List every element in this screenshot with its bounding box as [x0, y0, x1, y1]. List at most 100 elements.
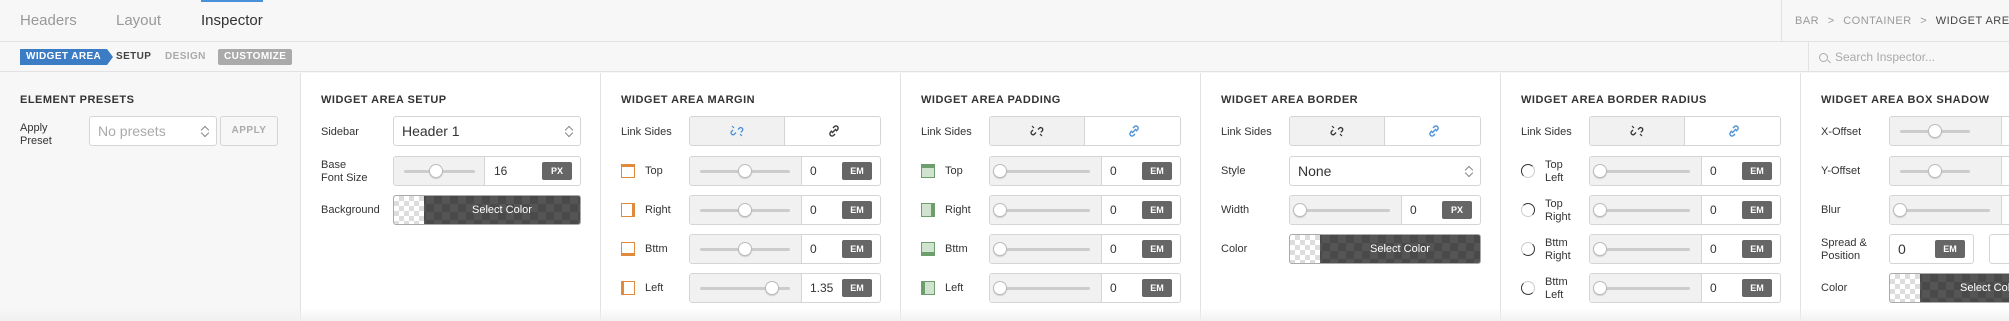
side-value[interactable]: 0 — [1710, 196, 1717, 224]
spread-value[interactable]: 0 — [1898, 235, 1906, 263]
preset-select[interactable]: No presets — [89, 116, 217, 146]
link-sides-toggle — [1289, 116, 1481, 146]
link-button[interactable] — [786, 117, 880, 145]
unit-toggle[interactable]: EM — [1142, 201, 1172, 219]
side-value[interactable]: 0 — [1710, 157, 1717, 185]
breadcrumb-item[interactable]: BAR — [1795, 15, 1819, 27]
x-offset-slider[interactable] — [1890, 117, 2002, 145]
shadow-color-button[interactable]: Select Color — [1889, 273, 2009, 303]
margin-side-icon — [621, 164, 635, 178]
side-slider[interactable] — [690, 157, 802, 185]
side-slider[interactable] — [690, 274, 802, 302]
side-slider[interactable] — [1590, 196, 1702, 224]
border-width-value[interactable]: 0 — [1410, 196, 1417, 224]
side-slider[interactable] — [690, 235, 802, 263]
slider-knob[interactable] — [993, 242, 1007, 256]
slider-knob[interactable] — [738, 164, 752, 178]
search-input[interactable]: Search Inspector... — [1808, 42, 2009, 72]
side-slider[interactable] — [1590, 157, 1702, 185]
corner-label-line2: Left — [1545, 289, 1564, 301]
side-slider[interactable] — [690, 196, 802, 224]
slider-knob[interactable] — [1593, 281, 1607, 295]
border-color-button[interactable]: Select Color — [1289, 234, 1481, 264]
side-value[interactable]: 0 — [810, 157, 817, 185]
unit-toggle[interactable]: EM — [1142, 162, 1172, 180]
side-value[interactable]: 0 — [1710, 274, 1717, 302]
unit-toggle[interactable]: EM — [1742, 279, 1772, 297]
font-size-value[interactable]: 16 — [494, 157, 507, 185]
slider-knob[interactable] — [993, 164, 1007, 178]
slider-knob[interactable] — [1593, 203, 1607, 217]
tab-design[interactable]: DESIGN — [159, 49, 212, 65]
panel-title: WIDGET AREA SETUP — [321, 94, 447, 106]
presets-panel: ELEMENT PRESETS Apply Preset No presets … — [0, 73, 301, 321]
slider-knob[interactable] — [993, 203, 1007, 217]
border-width-slider[interactable] — [1290, 196, 1402, 224]
unlink-button[interactable] — [690, 117, 785, 145]
font-size-slider[interactable] — [394, 157, 485, 185]
slider-knob[interactable] — [1928, 164, 1942, 178]
tab-customize[interactable]: CUSTOMIZE — [218, 49, 293, 65]
slider-knob[interactable] — [1928, 124, 1942, 138]
side-value[interactable]: 0 — [1110, 235, 1117, 263]
slider-knob[interactable] — [738, 242, 752, 256]
slider-knob[interactable] — [1293, 203, 1307, 217]
side-value-control: 0 EM — [689, 156, 881, 186]
slider-knob[interactable] — [993, 281, 1007, 295]
unit-toggle[interactable]: EM — [1935, 240, 1965, 258]
unit-toggle[interactable]: PX — [542, 162, 572, 180]
side-slider[interactable] — [1590, 274, 1702, 302]
unit-toggle[interactable]: EM — [842, 240, 872, 258]
slider-knob[interactable] — [1593, 242, 1607, 256]
side-slider[interactable] — [990, 196, 1102, 224]
side-value[interactable]: 0 — [1110, 274, 1117, 302]
link-button[interactable] — [1386, 117, 1480, 145]
unit-toggle[interactable]: EM — [1142, 279, 1172, 297]
side-slider[interactable] — [1590, 235, 1702, 263]
side-slider[interactable] — [990, 235, 1102, 263]
side-label: Top — [945, 165, 963, 177]
link-sides-toggle — [689, 116, 881, 146]
side-slider[interactable] — [990, 274, 1102, 302]
slider-track — [1300, 209, 1390, 212]
link-button[interactable] — [1686, 117, 1780, 145]
unlink-button[interactable] — [1590, 117, 1685, 145]
link-button[interactable] — [1086, 117, 1180, 145]
tab-setup[interactable]: SETUP — [110, 49, 157, 65]
tab-layout[interactable]: Layout — [116, 0, 161, 42]
corner-label: Top Right — [1545, 198, 1571, 224]
slider-knob[interactable] — [428, 164, 443, 178]
slider-knob[interactable] — [1593, 164, 1607, 178]
unit-toggle[interactable]: EM — [1742, 162, 1772, 180]
y-offset-slider[interactable] — [1890, 157, 2002, 185]
unlink-button[interactable] — [1290, 117, 1385, 145]
apply-button[interactable]: APPLY — [220, 116, 278, 146]
unit-toggle[interactable]: EM — [842, 162, 872, 180]
breadcrumb-item[interactable]: CONTAINER — [1843, 15, 1911, 27]
unit-toggle[interactable]: EM — [842, 201, 872, 219]
unlink-button[interactable] — [990, 117, 1085, 145]
blur-slider[interactable] — [1890, 196, 2002, 224]
unit-toggle[interactable]: EM — [1742, 201, 1772, 219]
shadow-position-toggle[interactable] — [1989, 234, 2009, 264]
side-slider[interactable] — [990, 157, 1102, 185]
slider-knob[interactable] — [738, 203, 752, 217]
side-value[interactable]: 0 — [810, 196, 817, 224]
unit-toggle[interactable]: EM — [842, 279, 872, 297]
unit-toggle[interactable]: EM — [1142, 240, 1172, 258]
background-color-button[interactable]: Select Color — [393, 195, 581, 225]
slider-knob[interactable] — [765, 281, 779, 295]
unit-toggle[interactable]: PX — [1442, 201, 1472, 219]
slider-knob[interactable] — [1893, 203, 1907, 217]
unit-toggle[interactable]: EM — [1742, 240, 1772, 258]
element-pill[interactable]: WIDGET AREA — [20, 49, 114, 65]
tab-inspector[interactable]: Inspector — [201, 0, 263, 42]
side-value[interactable]: 1.35 — [810, 274, 833, 302]
sidebar-select[interactable]: Header 1 — [393, 116, 581, 146]
side-value[interactable]: 0 — [810, 235, 817, 263]
side-value[interactable]: 0 — [1110, 157, 1117, 185]
side-value[interactable]: 0 — [1710, 235, 1717, 263]
side-value[interactable]: 0 — [1110, 196, 1117, 224]
border-style-select[interactable]: None — [1289, 156, 1481, 186]
tab-headers[interactable]: Headers — [20, 0, 77, 42]
